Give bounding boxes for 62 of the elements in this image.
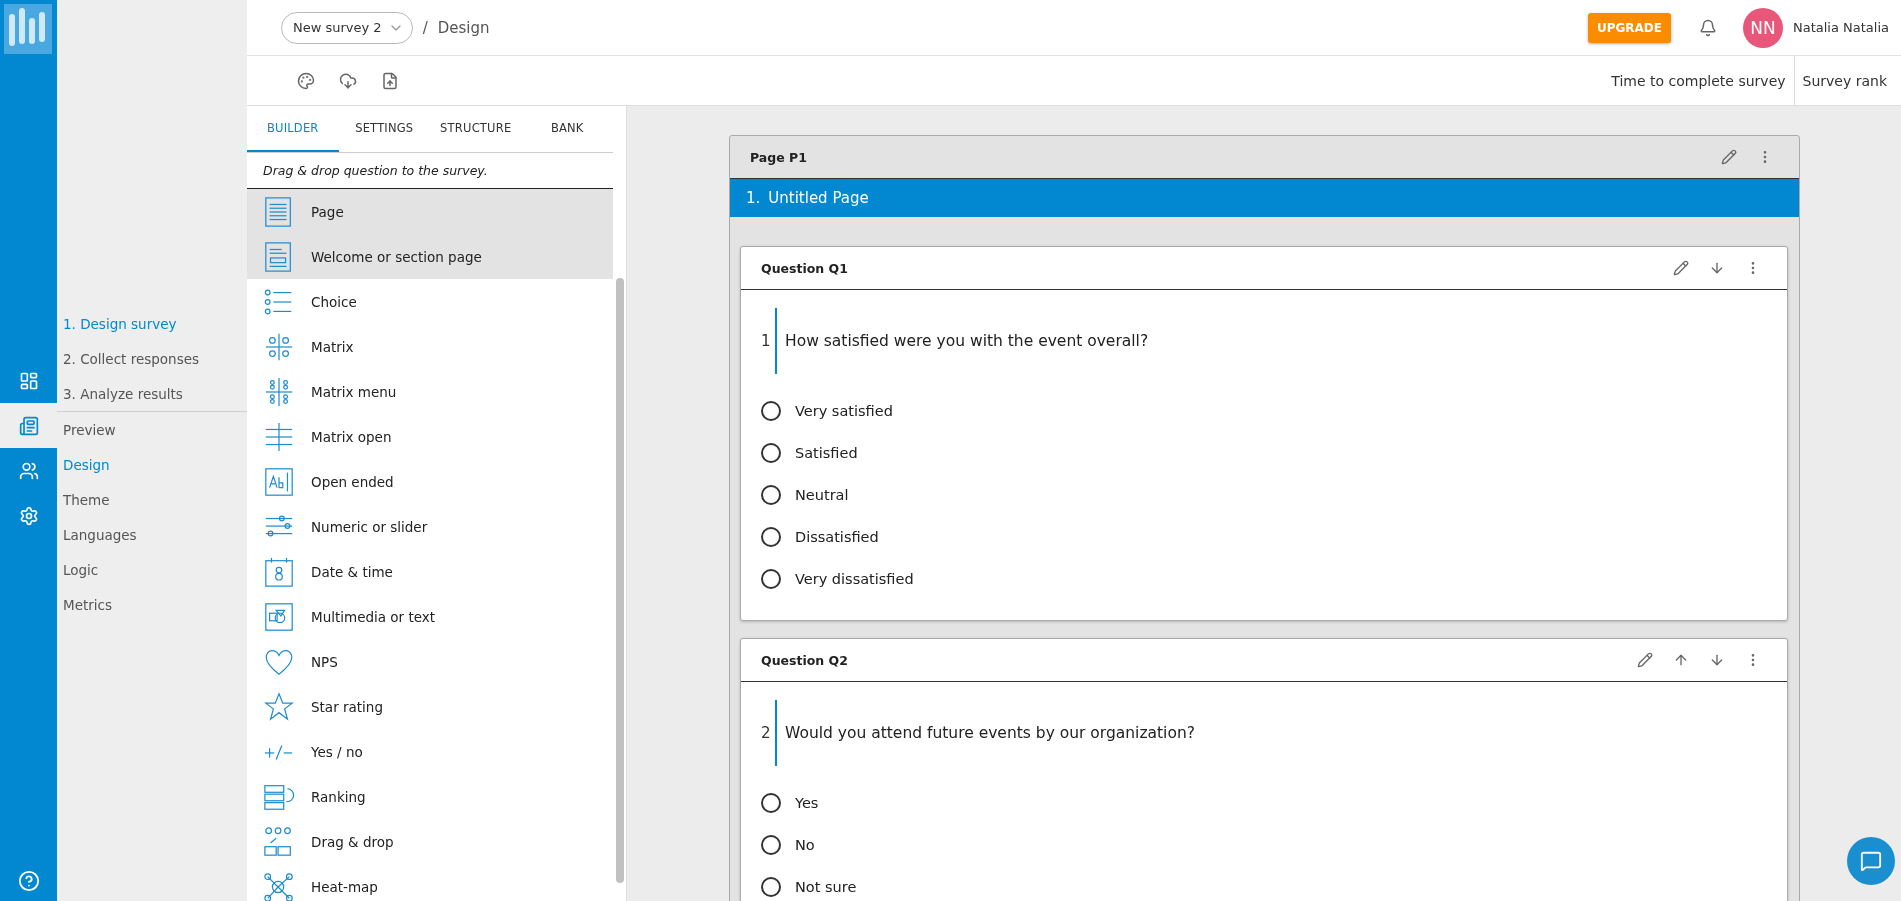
panel-tab[interactable]: BANK	[521, 106, 613, 152]
question-header: Question Q2	[761, 652, 848, 668]
radio-button[interactable]	[761, 443, 781, 463]
option-label: Yes	[795, 795, 819, 811]
page-number: 1.	[746, 189, 761, 207]
step-link[interactable]: 3. Analyze results	[57, 376, 247, 411]
breadcrumb-current: Design	[437, 18, 490, 37]
question-number: 1	[761, 332, 772, 350]
question-type-item[interactable]: Ranking	[247, 774, 613, 819]
panel-tab[interactable]: SETTINGS	[338, 106, 430, 152]
option-label: Dissatisfied	[795, 529, 879, 545]
question-text: How satisfied were you with the event overall?	[775, 308, 1149, 374]
question-type-item[interactable]: Open ended	[247, 459, 613, 504]
page-header: Page P1	[750, 149, 807, 165]
question-type-item[interactable]: Heat-map	[247, 864, 613, 901]
question-type-item[interactable]: Matrix open	[247, 414, 613, 459]
question-type-item[interactable]: Page	[247, 189, 613, 234]
question-type-item[interactable]: Star rating	[247, 684, 613, 729]
panel-tab[interactable]: STRUCTURE	[430, 106, 522, 152]
survey-icon[interactable]	[0, 403, 57, 448]
question-header: Question Q1	[761, 260, 848, 276]
question-type-item[interactable]: Yes / no	[247, 729, 613, 774]
user-name: Natalia Natalia	[1792, 20, 1889, 35]
scrollbar-thumb[interactable]	[616, 278, 624, 883]
metric-link[interactable]: Time to complete survey	[1603, 56, 1794, 105]
app-logo	[4, 4, 52, 54]
radio-button[interactable]	[761, 485, 781, 505]
question-type-item[interactable]: Matrix	[247, 324, 613, 369]
step-link[interactable]: 2. Collect responses	[57, 341, 247, 376]
radio-button[interactable]	[761, 527, 781, 547]
question-type-item[interactable]: Multimedia or text	[247, 594, 613, 639]
radio-button[interactable]	[761, 793, 781, 813]
nav-link[interactable]: Theme	[57, 482, 247, 517]
radio-button[interactable]	[761, 569, 781, 589]
survey-select[interactable]: New survey 2	[281, 11, 413, 44]
question-number: 2	[761, 724, 772, 742]
panel-tab[interactable]: BUILDER	[247, 106, 339, 152]
radio-button[interactable]	[761, 401, 781, 421]
nav-link[interactable]: Metrics	[57, 587, 247, 622]
radio-button[interactable]	[761, 877, 781, 897]
nav-link[interactable]: Logic	[57, 552, 247, 587]
option-label: Neutral	[795, 487, 849, 503]
radio-button[interactable]	[761, 835, 781, 855]
chat-icon	[1860, 850, 1882, 872]
nav-link[interactable]: Preview	[57, 412, 247, 447]
question-type-item[interactable]: Numeric or slider	[247, 504, 613, 549]
question-type-item[interactable]: Choice	[247, 279, 613, 324]
breadcrumb-separator: /	[422, 18, 428, 37]
option-label: Very dissatisfied	[795, 571, 914, 587]
page-title: Untitled Page	[768, 189, 869, 207]
option-label: Satisfied	[795, 445, 858, 461]
question-type-item[interactable]: NPS	[247, 639, 613, 684]
metric-link[interactable]: Survey rank	[1793, 56, 1895, 105]
question-type-item[interactable]: Welcome or section page	[247, 234, 613, 279]
question-text: Would you attend future events by our organization?	[775, 700, 1195, 766]
question-type-item[interactable]: Drag & drop	[247, 819, 613, 864]
question-type-item[interactable]: Date & time	[247, 549, 613, 594]
nav-link[interactable]: Languages	[57, 517, 247, 552]
option-label: Not sure	[795, 879, 857, 895]
option-label: No	[795, 837, 815, 853]
question-type-item[interactable]: Matrix menu	[247, 369, 613, 414]
option-label: Very satisfied	[795, 403, 893, 419]
